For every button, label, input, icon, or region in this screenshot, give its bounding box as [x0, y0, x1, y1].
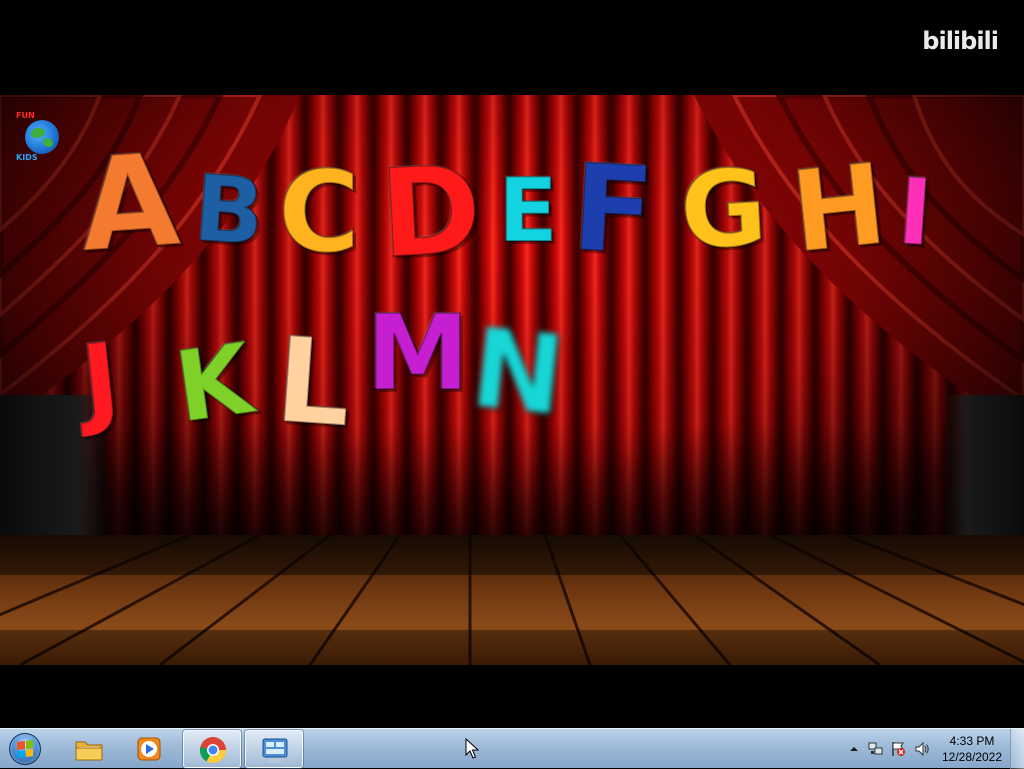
action-center-icon[interactable]	[890, 741, 906, 757]
control-panel-icon	[262, 738, 288, 764]
letter-h: H	[784, 138, 893, 279]
stage-wing-right	[944, 395, 1024, 535]
show-hidden-icons-icon[interactable]	[846, 741, 862, 757]
taskbar: 4:33 PM 12/28/2022	[0, 728, 1024, 769]
chrome-icon	[199, 737, 227, 764]
letter-g: G	[676, 145, 771, 274]
video-frame[interactable]: FUN KIDS A B C D E F G H I J K L M N	[0, 95, 1024, 665]
letter-b: B	[189, 154, 268, 268]
system-tray: 4:33 PM 12/28/2022	[842, 729, 1024, 769]
logo-text-top-left: FUN	[16, 111, 35, 120]
clock-time: 4:33 PM	[949, 734, 995, 748]
letter-d: D	[375, 137, 486, 286]
letter-a: A	[74, 125, 185, 283]
letter-f: F	[567, 138, 658, 283]
folder-icon	[75, 741, 103, 761]
bilibili-watermark: bilibili	[922, 27, 999, 55]
letter-i: I	[893, 157, 937, 268]
globe-icon	[25, 120, 59, 154]
letter-n: N	[465, 303, 572, 442]
windows-flag-icon	[17, 740, 33, 758]
media-player-icon	[137, 737, 161, 761]
letter-m: M	[365, 292, 470, 414]
channel-logo: FUN KIDS	[14, 109, 70, 165]
desktop-screen: bilibili FUN KIDS A B C D E F G H I J K …	[0, 0, 1024, 728]
taskbar-explorer[interactable]	[60, 730, 118, 768]
taskbar-clock[interactable]: 4:33 PM 12/28/2022	[937, 733, 1007, 765]
show-desktop-button[interactable]	[1010, 729, 1024, 769]
clock-date: 12/28/2022	[941, 750, 1003, 764]
stage-floor	[0, 535, 1024, 665]
taskbar-chrome[interactable]	[183, 730, 241, 768]
volume-icon[interactable]	[914, 741, 930, 757]
letter-c: C	[277, 148, 361, 278]
mouse-cursor-icon	[465, 738, 479, 759]
taskbar-media-player[interactable]	[120, 730, 178, 768]
start-button[interactable]	[4, 730, 46, 768]
letter-l: L	[270, 310, 357, 455]
network-icon[interactable]	[868, 741, 884, 757]
letter-k: K	[167, 321, 260, 446]
letter-e: E	[497, 159, 559, 262]
taskbar-control-panel[interactable]	[245, 730, 303, 768]
logo-text-bottom-left: KIDS	[16, 153, 38, 162]
